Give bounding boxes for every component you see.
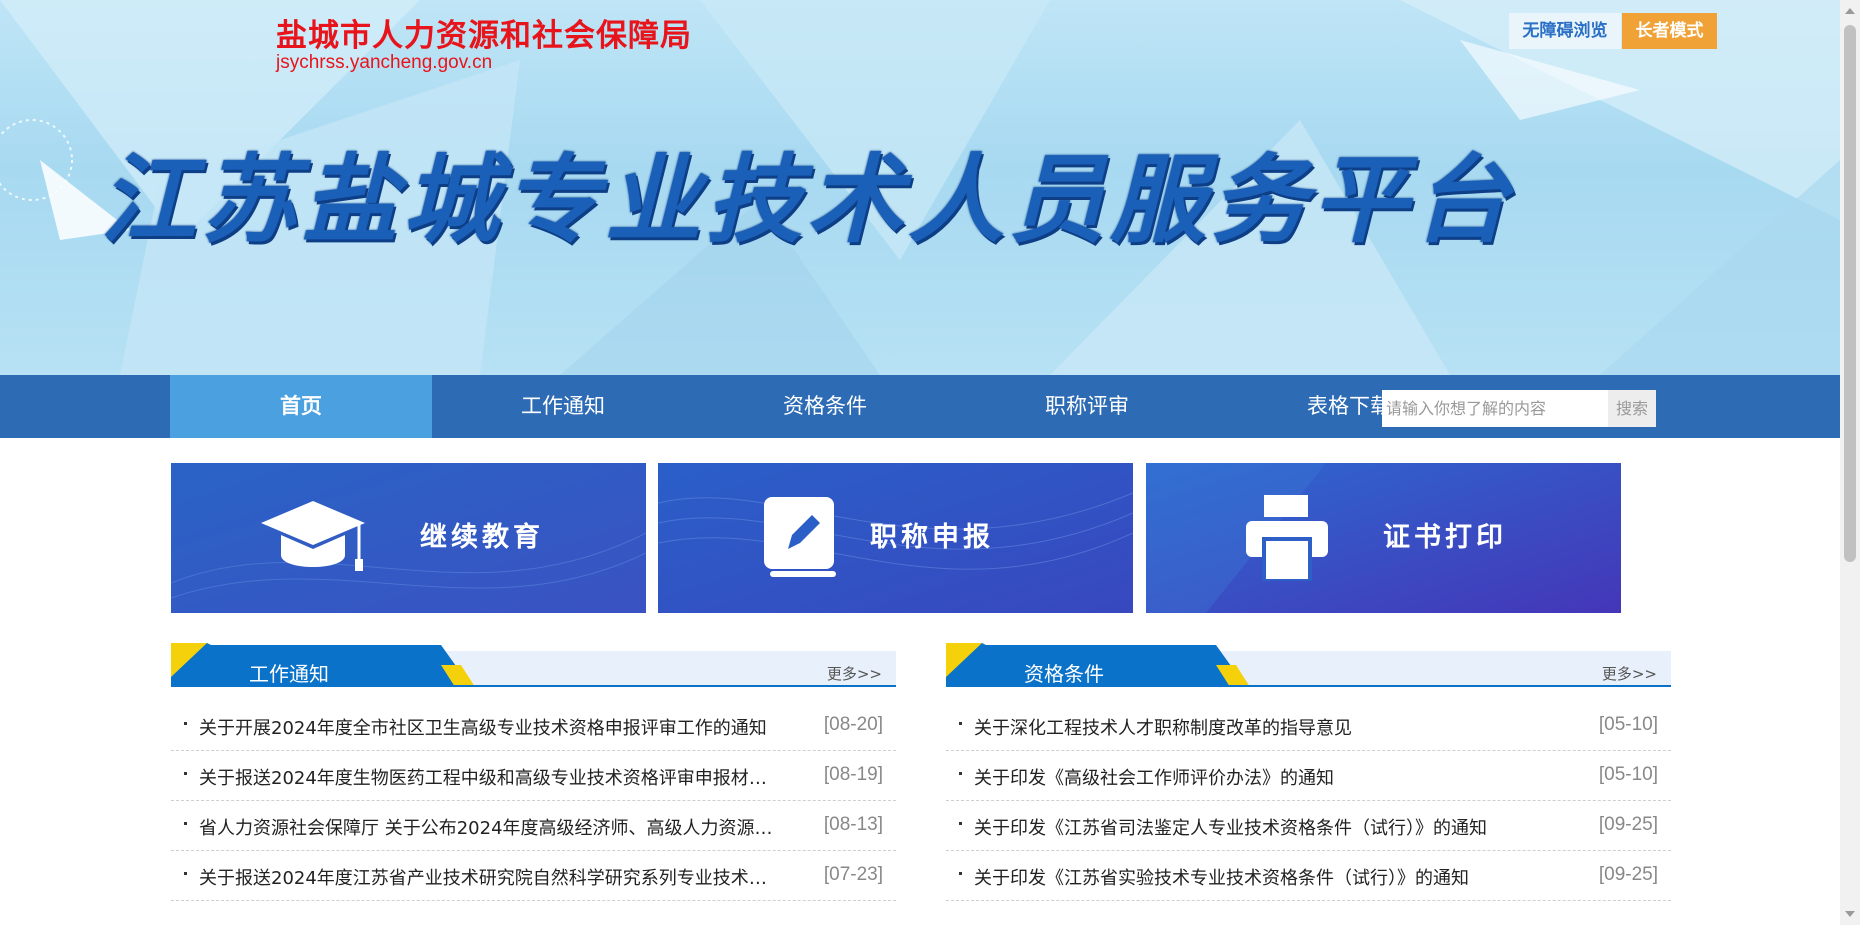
service-label: 证书打印 xyxy=(1383,522,1507,553)
site-name[interactable]: 盐城市人力资源和社会保障局 xyxy=(276,10,692,55)
list-item[interactable]: 关于印发《高级社会工作师评价办法》的通知 [05-10] xyxy=(946,751,1671,801)
more-link[interactable]: 更多>> xyxy=(827,663,882,684)
bullet-icon xyxy=(184,772,187,775)
section-header: 工作通知 更多>> xyxy=(171,643,896,695)
bullet-icon xyxy=(184,872,187,875)
edit-note-icon xyxy=(764,497,836,577)
header-banner: 盐城市人力资源和社会保障局 jsychrss.yancheng.gov.cn 无… xyxy=(0,0,1840,375)
card-background xyxy=(171,463,646,613)
news-title[interactable]: 关于印发《江苏省司法鉴定人专业技术资格条件（试行）》的通知 xyxy=(974,814,1554,840)
graduation-cap-icon xyxy=(261,501,365,571)
work-notice-section: 工作通知 更多>> 关于开展2024年度全市社区卫生高级专业技术资格申报评审工作… xyxy=(171,643,896,901)
list-item[interactable]: 关于报送2024年度江苏省产业技术研究院自然科学研究系列专业技术资格评审材料的通… xyxy=(171,851,896,901)
search-input[interactable] xyxy=(1382,390,1608,427)
bullet-icon xyxy=(959,722,962,725)
section-title: 工作通知 xyxy=(249,662,329,686)
news-date: [05-10] xyxy=(1598,714,1658,735)
list-item[interactable]: 省人力资源社会保障厅 关于公布2024年度高级经济师、高级人力资源管理师评审结果… xyxy=(171,801,896,851)
service-label: 职称申报 xyxy=(870,522,994,553)
news-title[interactable]: 省人力资源社会保障厅 关于公布2024年度高级经济师、高级人力资源管理师评审结果… xyxy=(199,814,779,840)
news-list: 关于深化工程技术人才职称制度改革的指导意见 [05-10] 关于印发《高级社会工… xyxy=(946,701,1671,901)
service-card-certificate-print[interactable]: 证书打印 xyxy=(1146,463,1621,613)
accessibility-button[interactable]: 无障碍浏览 xyxy=(1509,13,1621,49)
list-item[interactable]: 关于开展2024年度全市社区卫生高级专业技术资格申报评审工作的通知 [08-20… xyxy=(171,701,896,751)
news-title[interactable]: 关于开展2024年度全市社区卫生高级专业技术资格申报评审工作的通知 xyxy=(199,714,779,740)
news-date: [05-10] xyxy=(1598,764,1658,785)
scroll-up-icon[interactable] xyxy=(1845,8,1855,14)
service-label: 继续教育 xyxy=(420,522,544,553)
elder-mode-button[interactable]: 长者模式 xyxy=(1622,13,1717,49)
list-item[interactable]: 关于报送2024年度生物医药工程中级和高级专业技术资格评审申报材料的通知 [08… xyxy=(171,751,896,801)
scroll-down-icon[interactable] xyxy=(1845,911,1855,917)
news-date: [08-13] xyxy=(823,814,883,835)
nav-item-qualification[interactable]: 资格条件 xyxy=(694,375,956,438)
news-title[interactable]: 关于报送2024年度生物医药工程中级和高级专业技术资格评审申报材料的通知 xyxy=(199,764,779,790)
news-title[interactable]: 关于印发《高级社会工作师评价办法》的通知 xyxy=(974,764,1554,790)
scrollbar-thumb[interactable] xyxy=(1844,25,1856,562)
bullet-icon xyxy=(184,822,187,825)
news-date: [08-20] xyxy=(823,714,883,735)
bullet-icon xyxy=(959,872,962,875)
news-date: [09-25] xyxy=(1598,814,1658,835)
banner-title: 江苏盐城专业技术人员服务平台 xyxy=(100,144,1514,256)
news-date: [07-23] xyxy=(823,864,883,885)
nav-item-title-review[interactable]: 职称评审 xyxy=(956,375,1218,438)
nav-item-home[interactable]: 首页 xyxy=(170,375,432,438)
more-link[interactable]: 更多>> xyxy=(1602,663,1657,684)
news-title[interactable]: 关于深化工程技术人才职称制度改革的指导意见 xyxy=(974,714,1554,740)
news-title[interactable]: 关于报送2024年度江苏省产业技术研究院自然科学研究系列专业技术资格评审材料的通… xyxy=(199,864,779,890)
printer-icon xyxy=(1246,495,1328,581)
site-url: jsychrss.yancheng.gov.cn xyxy=(276,52,493,73)
service-card-continuing-education[interactable]: 继续教育 xyxy=(171,463,646,613)
service-card-title-application[interactable]: 职称申报 xyxy=(658,463,1133,613)
list-item[interactable]: 关于印发《江苏省司法鉴定人专业技术资格条件（试行）》的通知 [09-25] xyxy=(946,801,1671,851)
list-item[interactable]: 关于印发《江苏省实验技术专业技术资格条件（试行）》的通知 [09-25] xyxy=(946,851,1671,901)
search-button[interactable]: 搜索 xyxy=(1608,390,1656,427)
bullet-icon xyxy=(959,772,962,775)
search-box: 搜索 xyxy=(1382,390,1656,427)
news-list: 关于开展2024年度全市社区卫生高级专业技术资格申报评审工作的通知 [08-20… xyxy=(171,701,896,901)
news-title[interactable]: 关于印发《江苏省实验技术专业技术资格条件（试行）》的通知 xyxy=(974,864,1554,890)
page: 盐城市人力资源和社会保障局 jsychrss.yancheng.gov.cn 无… xyxy=(0,0,1860,925)
bullet-icon xyxy=(184,722,187,725)
bullet-icon xyxy=(959,822,962,825)
section-title: 资格条件 xyxy=(1024,662,1104,686)
nav-item-work-notice[interactable]: 工作通知 xyxy=(432,375,694,438)
news-date: [08-19] xyxy=(823,764,883,785)
section-header: 资格条件 更多>> xyxy=(946,643,1671,695)
qualification-section: 资格条件 更多>> 关于深化工程技术人才职称制度改革的指导意见 [05-10] … xyxy=(946,643,1671,901)
page-scrollbar[interactable] xyxy=(1840,0,1860,925)
list-item[interactable]: 关于深化工程技术人才职称制度改革的指导意见 [05-10] xyxy=(946,701,1671,751)
news-date: [09-25] xyxy=(1598,864,1658,885)
main-nav: 首页 工作通知 资格条件 职称评审 表格下载 搜索 xyxy=(0,375,1840,438)
